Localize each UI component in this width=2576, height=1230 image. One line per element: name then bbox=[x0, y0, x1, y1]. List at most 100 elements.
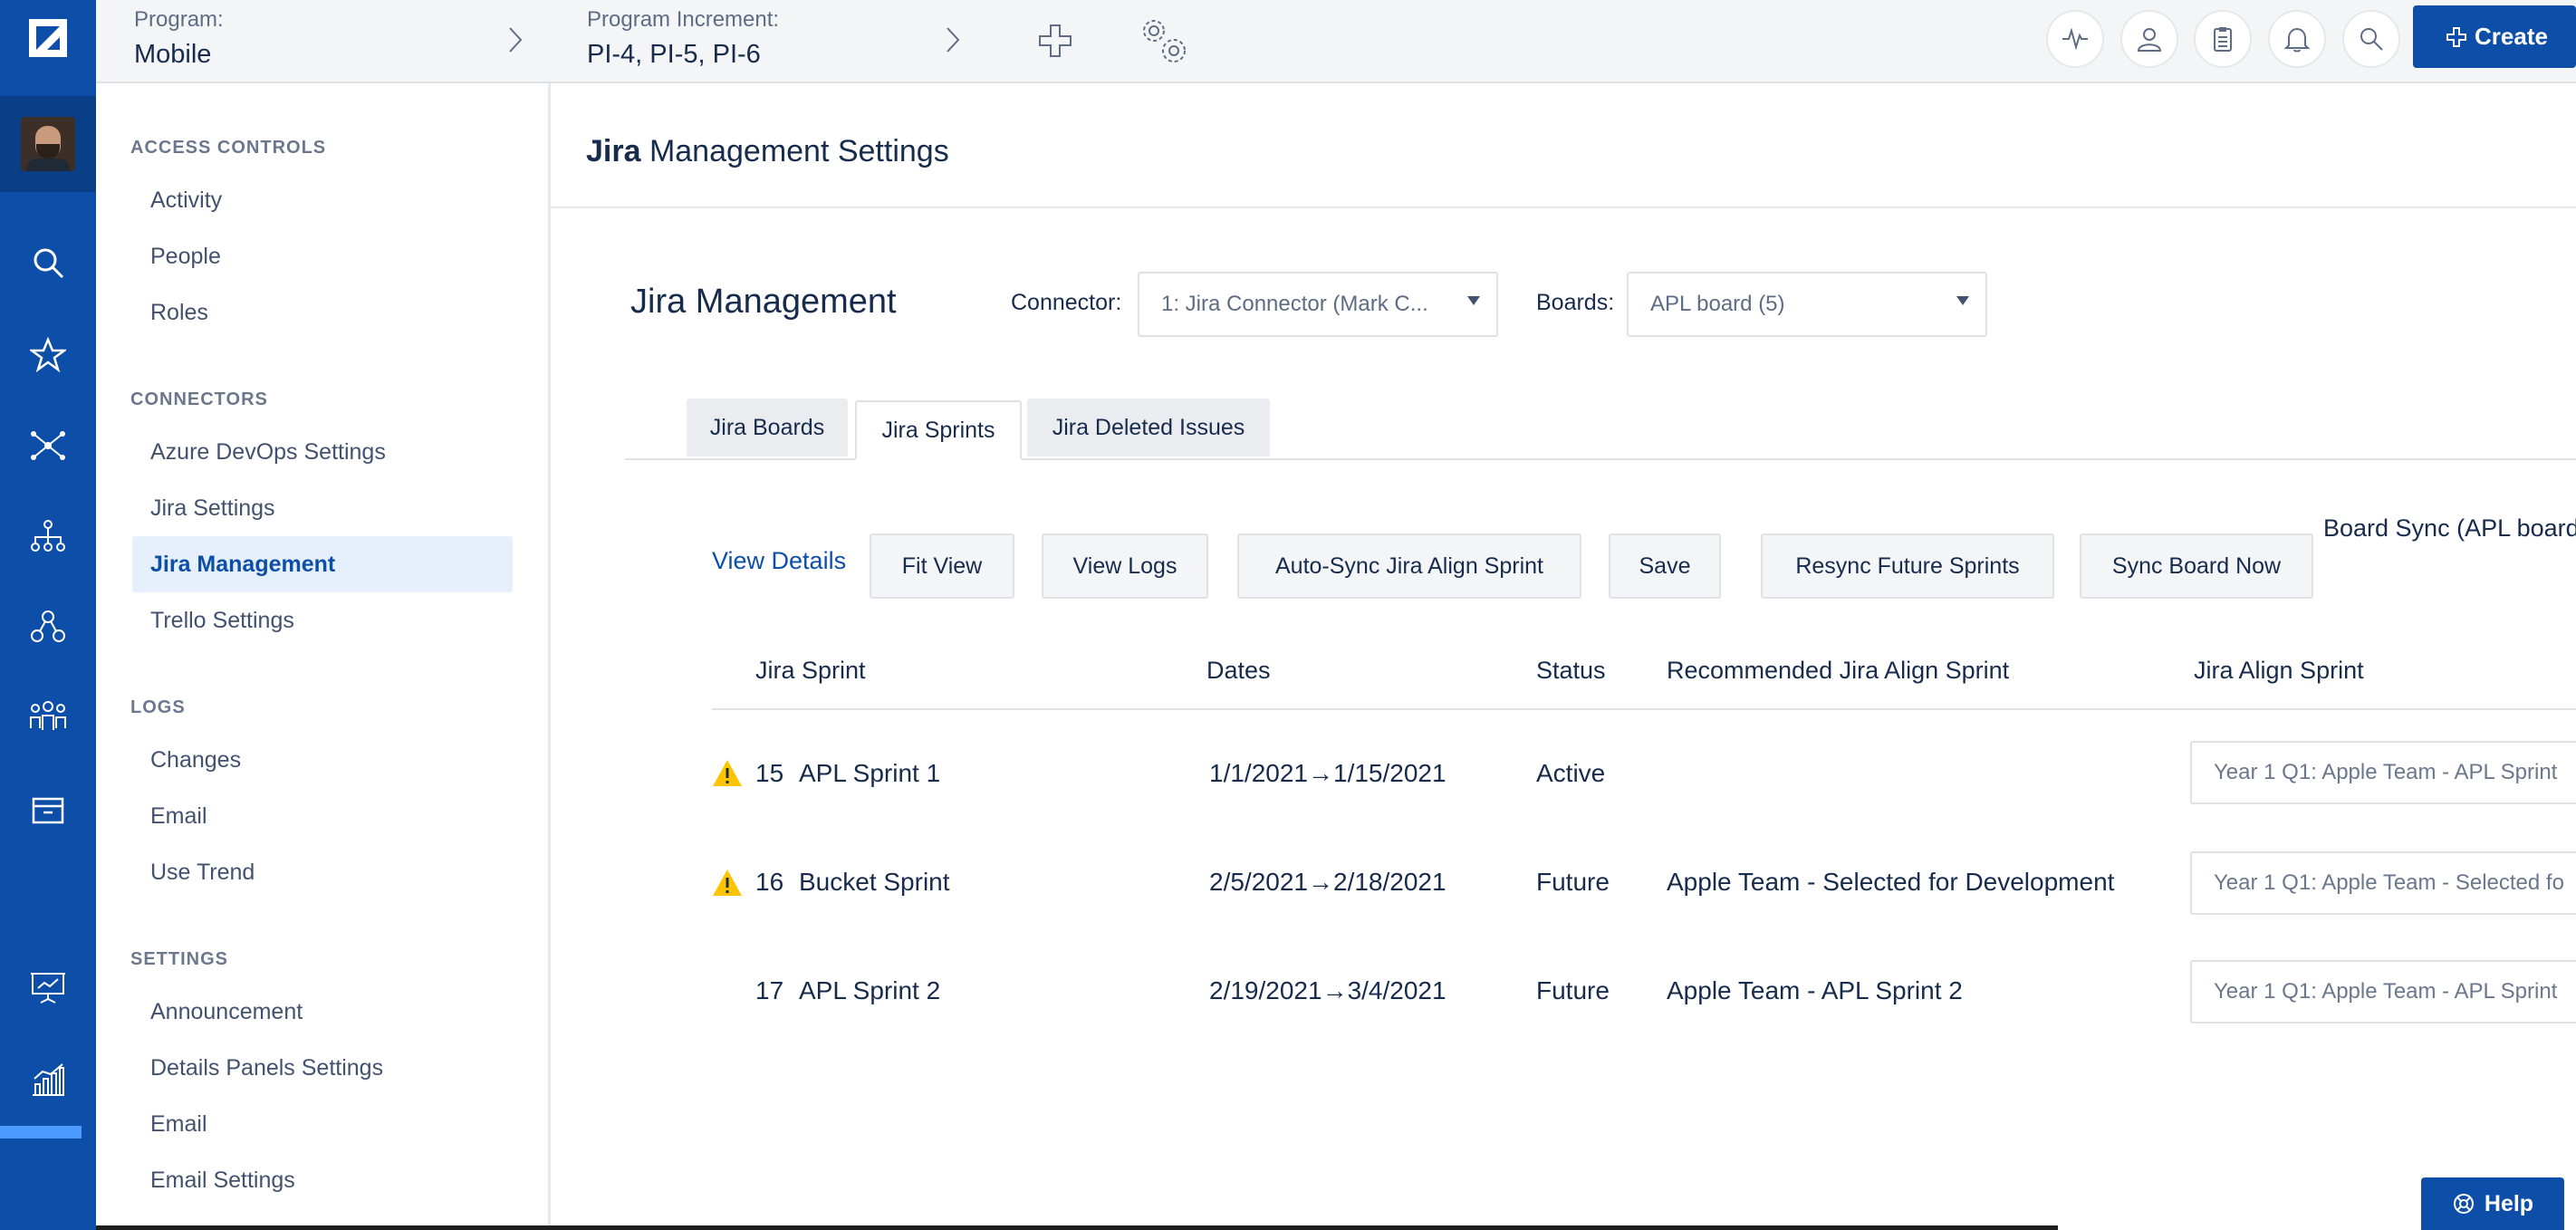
sprint-id: 16 bbox=[755, 868, 784, 896]
program-selector[interactable]: Program: Mobile bbox=[134, 7, 224, 70]
sidebar-item-details-panels-settings[interactable]: Details Panels Settings bbox=[132, 1040, 513, 1096]
header-jira-align-sprint: Jira Align Sprint bbox=[2194, 657, 2364, 684]
tab-jira-boards[interactable]: Jira Boards bbox=[687, 399, 848, 456]
sprint-status: Future bbox=[1536, 976, 1610, 1004]
sidebar-item-email-log[interactable]: Email bbox=[132, 788, 513, 844]
fit-view-button[interactable]: Fit View bbox=[870, 533, 1014, 599]
connector-value: 1: Jira Connector (Mark C... bbox=[1161, 292, 1428, 316]
sprint-status: Future bbox=[1536, 868, 1610, 896]
warning-icon bbox=[713, 870, 742, 896]
table-header-divider bbox=[712, 708, 2576, 710]
connector-select[interactable]: 1: Jira Connector (Mark C... bbox=[1138, 272, 1498, 337]
chevron-right-icon[interactable] bbox=[939, 22, 966, 58]
chevron-down-icon bbox=[1467, 296, 1480, 305]
table-row[interactable]: 16 Bucket Sprint 2/5/2021→2/18/2021 Futu… bbox=[712, 842, 2576, 951]
network-icon[interactable] bbox=[24, 422, 72, 469]
sidebar-item-email[interactable]: Email bbox=[132, 1096, 513, 1152]
sidebar-item-use-trend[interactable]: Use Trend bbox=[132, 844, 513, 900]
header-recommended-sprint: Recommended Jira Align Sprint bbox=[1667, 657, 2010, 684]
settings-sidebar: ACCESS CONTROLS Activity People Roles CO… bbox=[96, 83, 551, 1230]
star-icon[interactable] bbox=[24, 332, 72, 379]
connector-label: Connector: bbox=[1011, 290, 1122, 315]
logo-icon[interactable] bbox=[0, 0, 96, 76]
sidebar-item-jira-management[interactable]: Jira Management bbox=[132, 536, 513, 592]
sidebar-item-announcement[interactable]: Announcement bbox=[132, 984, 513, 1040]
warning-icon bbox=[713, 760, 742, 786]
plus-icon bbox=[2446, 26, 2466, 47]
auto-sync-button[interactable]: Auto-Sync Jira Align Sprint bbox=[1237, 533, 1581, 599]
sidebar-item-email-settings[interactable]: Email Settings bbox=[132, 1152, 513, 1208]
create-button[interactable]: Create bbox=[2413, 5, 2576, 68]
help-icon bbox=[2453, 1194, 2474, 1214]
sidebar-item-people[interactable]: People bbox=[132, 228, 513, 284]
chevron-down-icon bbox=[1956, 296, 1969, 305]
recommended-sprint: Apple Team - Selected for Development bbox=[1667, 868, 2115, 896]
archive-icon[interactable] bbox=[24, 786, 72, 833]
sidebar-item-azure-devops-settings[interactable]: Azure DevOps Settings bbox=[132, 424, 513, 480]
sidebar-item-activity[interactable]: Activity bbox=[132, 172, 513, 228]
page-title: Jira Management Settings bbox=[586, 134, 949, 168]
nodes-icon[interactable] bbox=[24, 603, 72, 650]
management-title: Jira Management bbox=[630, 283, 897, 321]
table-row[interactable]: 17 APL Sprint 2 2/19/2021→3/4/2021 Futur… bbox=[712, 951, 2576, 1060]
tab-jira-sprints[interactable]: Jira Sprints bbox=[855, 400, 1022, 460]
board-sync-label: Board Sync (APL board bbox=[2323, 514, 2576, 542]
tab-jira-deleted-issues[interactable]: Jira Deleted Issues bbox=[1027, 399, 1270, 456]
sprint-id: 15 bbox=[755, 759, 784, 787]
jira-align-sprint-select[interactable]: Year 1 Q1: Apple Team - APL Sprint bbox=[2190, 960, 2576, 1023]
jira-align-sprint-select[interactable]: Year 1 Q1: Apple Team - Selected fo bbox=[2190, 851, 2576, 915]
help-label: Help bbox=[2484, 1190, 2534, 1216]
sidebar-item-changes[interactable]: Changes bbox=[132, 732, 513, 788]
header-jira-sprint: Jira Sprint bbox=[755, 657, 866, 684]
sidebar-item-jira-settings[interactable]: Jira Settings bbox=[132, 480, 513, 536]
active-indicator bbox=[0, 1126, 82, 1139]
view-logs-button[interactable]: View Logs bbox=[1042, 533, 1208, 599]
search-icon[interactable] bbox=[2342, 10, 2400, 68]
boards-select[interactable]: APL board (5) bbox=[1627, 272, 1987, 337]
avatar[interactable] bbox=[0, 96, 96, 192]
jira-align-sprint-select[interactable]: Year 1 Q1: Apple Team - APL Sprint bbox=[2190, 741, 2576, 804]
sync-board-now-button[interactable]: Sync Board Now bbox=[2080, 533, 2313, 599]
boards-value: APL board (5) bbox=[1650, 292, 1785, 316]
program-value: Mobile bbox=[134, 40, 212, 69]
increment-label: Program Increment: bbox=[587, 7, 780, 32]
program-increment-selector[interactable]: Program Increment: PI-4, PI-5, PI-6 bbox=[587, 7, 779, 70]
sprint-name: Bucket Sprint bbox=[799, 868, 950, 896]
gears-icon[interactable] bbox=[1132, 9, 1196, 72]
save-button[interactable]: Save bbox=[1609, 533, 1721, 599]
pulse-icon[interactable] bbox=[2046, 10, 2104, 68]
sidebar-item-roles[interactable]: Roles bbox=[132, 284, 513, 341]
program-label: Program: bbox=[134, 7, 224, 32]
top-bar: Program: Mobile Program Increment: PI-4,… bbox=[96, 0, 2576, 83]
chart-icon[interactable] bbox=[24, 1056, 72, 1103]
search-icon[interactable] bbox=[24, 239, 72, 286]
table-row[interactable]: 15 APL Sprint 1 1/1/2021→1/15/2021 Activ… bbox=[712, 734, 2576, 842]
header-dates: Dates bbox=[1206, 657, 1271, 684]
boards-label: Boards: bbox=[1536, 290, 1615, 315]
app-rail bbox=[0, 0, 96, 1230]
recommended-sprint: Apple Team - APL Sprint 2 bbox=[1667, 976, 1963, 1004]
section-connectors: CONNECTORS bbox=[130, 389, 268, 409]
sprint-status: Active bbox=[1536, 759, 1606, 787]
window-edge bbox=[96, 1225, 2058, 1230]
presentation-icon[interactable] bbox=[24, 964, 72, 1011]
create-label: Create bbox=[2475, 23, 2548, 50]
sprint-name: APL Sprint 1 bbox=[799, 759, 941, 787]
team-icon[interactable] bbox=[24, 694, 72, 741]
hierarchy-icon[interactable] bbox=[24, 513, 72, 560]
sprint-name: APL Sprint 2 bbox=[799, 976, 941, 1004]
sprint-dates: 2/19/2021→3/4/2021 bbox=[1209, 976, 1447, 1004]
bell-icon[interactable] bbox=[2268, 10, 2326, 68]
header-status: Status bbox=[1536, 657, 1606, 684]
plus-icon[interactable] bbox=[1024, 9, 1087, 72]
view-details-link[interactable]: View Details bbox=[712, 547, 846, 575]
clipboard-icon[interactable] bbox=[2194, 10, 2252, 68]
user-icon[interactable] bbox=[2120, 10, 2178, 68]
page-header: Jira Management Settings bbox=[551, 83, 2576, 208]
sidebar-item-trello-settings[interactable]: Trello Settings bbox=[132, 592, 513, 649]
section-access-controls: ACCESS CONTROLS bbox=[130, 138, 327, 158]
resync-future-sprints-button[interactable]: Resync Future Sprints bbox=[1761, 533, 2054, 599]
help-button[interactable]: Help bbox=[2421, 1177, 2564, 1230]
chevron-right-icon[interactable] bbox=[502, 22, 529, 58]
increment-value: PI-4, PI-5, PI-6 bbox=[587, 40, 761, 69]
